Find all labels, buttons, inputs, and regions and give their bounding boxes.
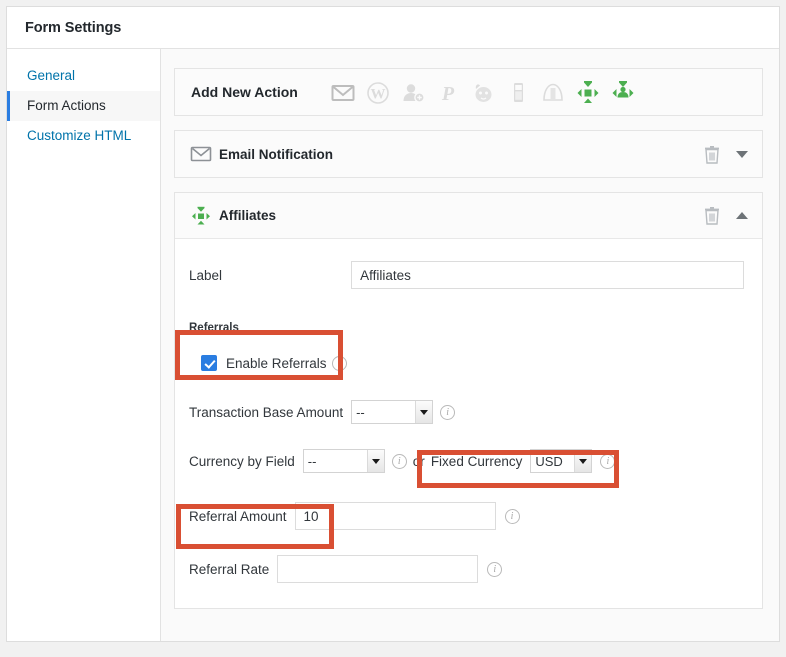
form-settings-modal: Form Settings General Form Actions Custo… (6, 6, 780, 642)
email-icon (190, 146, 212, 162)
field-row-transaction-base-amount: Transaction Base Amount -- i (189, 400, 744, 424)
action-label: Email Notification (219, 146, 334, 162)
referrals-section-caption: Referrals (189, 322, 239, 334)
trash-icon[interactable] (704, 145, 720, 164)
label-field-label: Label (189, 267, 223, 283)
currency-by-field-select-wrap: -- (302, 449, 385, 473)
affiliatewp-affiliate-icon[interactable] (610, 78, 636, 106)
currency-or-text: or (412, 453, 425, 469)
info-icon[interactable]: i (391, 453, 407, 469)
add-new-action-label: Add New Action (191, 84, 298, 100)
email-icon[interactable] (330, 78, 356, 106)
paypal-icon[interactable]: P (435, 78, 461, 106)
enable-referrals-checkbox[interactable] (201, 355, 217, 371)
action-header-email-notification[interactable]: Email Notification (175, 131, 762, 177)
field-row-referral-amount: Referral Amount i (189, 502, 744, 530)
referral-rate-label: Referral Rate (189, 561, 270, 577)
mobile-icon[interactable] (505, 78, 531, 106)
trash-icon[interactable] (704, 206, 720, 225)
dome-icon[interactable] (540, 78, 566, 106)
settings-content: Add New Action W P Email Notification Af… (161, 49, 779, 641)
action-type-icons: W P (330, 78, 746, 106)
info-icon[interactable]: i (440, 404, 456, 420)
fixed-currency-label: Fixed Currency (430, 453, 523, 469)
field-row-referral-rate: Referral Rate i (189, 555, 744, 583)
fixed-currency-select-wrap: USD (530, 449, 593, 473)
info-icon[interactable]: i (487, 561, 503, 577)
action-email-notification: Email Notification (174, 130, 763, 178)
info-icon[interactable]: i (331, 355, 347, 371)
action-tools (704, 206, 748, 225)
referral-rate-input[interactable] (277, 555, 479, 583)
affiliates-settings-body: Label Referrals Enable Referrals i Trans… (175, 239, 762, 608)
transaction-base-amount-label: Transaction Base Amount (189, 404, 344, 420)
info-icon[interactable]: i (600, 453, 616, 469)
currency-by-field-select[interactable]: -- (302, 449, 385, 473)
action-header-affiliates[interactable]: Affiliates (175, 193, 762, 239)
chevron-down-icon[interactable] (736, 150, 748, 158)
wordpress-icon[interactable]: W (365, 78, 391, 106)
sidebar-item-general[interactable]: General (7, 61, 160, 91)
add-new-action-panel: Add New Action W P (174, 68, 763, 116)
sidebar-item-customize-html[interactable]: Customize HTML (7, 121, 160, 151)
transaction-base-amount-select[interactable]: -- (351, 400, 434, 424)
label-input[interactable] (351, 261, 744, 289)
svg-text:P: P (441, 83, 455, 105)
mailchimp-icon[interactable] (470, 78, 496, 106)
page-title: Form Settings (25, 19, 122, 36)
field-row-enable-referrals: Enable Referrals i (189, 355, 744, 371)
currency-by-field-label: Currency by Field (189, 453, 295, 469)
chevron-up-icon[interactable] (736, 212, 748, 219)
referral-amount-input[interactable] (294, 502, 496, 530)
action-tools (704, 145, 748, 164)
enable-referrals-label: Enable Referrals (226, 355, 327, 371)
affiliatewp-icon (192, 206, 210, 224)
settings-sidebar: General Form Actions Customize HTML (7, 49, 161, 641)
svg-text:W: W (371, 87, 386, 103)
modal-header: Form Settings (7, 7, 779, 49)
info-icon[interactable]: i (504, 508, 520, 524)
referral-amount-label: Referral Amount (189, 508, 287, 524)
transaction-base-amount-select-wrap: -- (351, 400, 434, 424)
modal-body: General Form Actions Customize HTML Add … (7, 49, 779, 641)
action-affiliates: Affiliates Label Affiliates Referrals En… (174, 192, 763, 609)
user-registration-icon[interactable] (400, 78, 426, 106)
sidebar-item-form-actions[interactable]: Form Actions (7, 91, 160, 121)
fixed-currency-select[interactable]: USD (530, 449, 593, 473)
field-row-label: Label (189, 261, 744, 289)
affiliatewp-icon[interactable] (575, 78, 601, 106)
field-row-currency: Currency by Field -- i or Fixed Currency (189, 449, 744, 473)
action-label: Affiliates (219, 208, 277, 223)
